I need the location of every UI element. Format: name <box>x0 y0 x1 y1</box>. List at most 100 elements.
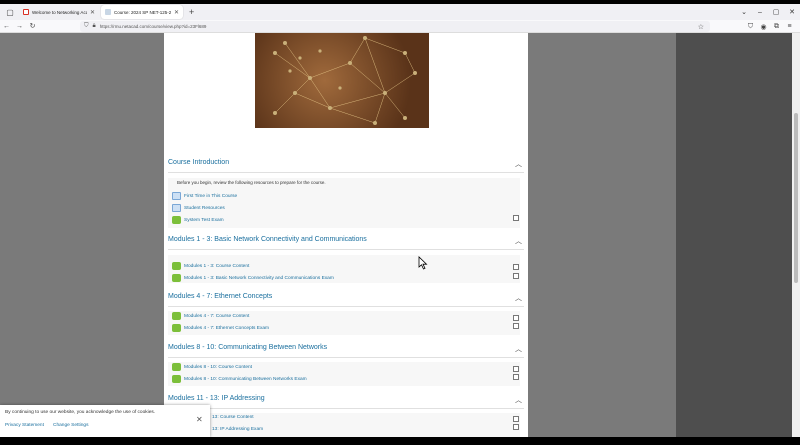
gmail-icon <box>23 9 29 15</box>
url-text[interactable]: https://rmu.netacad.com/course/view.php?… <box>100 24 207 29</box>
divider <box>168 306 524 307</box>
chevron-up-icon[interactable]: ︿ <box>515 236 522 246</box>
tab-course[interactable]: Course: 2024 SP NET-125-201 ✕ <box>101 5 183 19</box>
puzzle-icon <box>172 274 181 282</box>
menu-icon[interactable]: ≡ <box>783 23 796 30</box>
section-title[interactable]: Modules 8 - 10: Communicating Between Ne… <box>168 344 327 351</box>
course-banner-image <box>255 33 429 128</box>
completion-checkbox[interactable] <box>513 264 519 270</box>
chevron-up-icon[interactable]: ︿ <box>515 395 522 405</box>
shield-icon[interactable]: ⛉ <box>84 23 89 30</box>
completion-checkbox[interactable] <box>513 424 519 430</box>
completion-checkbox[interactable] <box>513 323 519 329</box>
chevron-up-icon[interactable]: ︿ <box>515 344 522 354</box>
change-settings-link[interactable]: Change Settings <box>53 423 88 428</box>
puzzle-icon <box>172 216 181 224</box>
toolbar-right: ⛉ ◉ ⧉ ≡ <box>744 20 796 33</box>
url-bar[interactable]: ⛉ 🔒︎ https://rmu.netacad.com/course/view… <box>80 21 710 32</box>
section-header-modules-11-13[interactable]: Modules 11 - 13: IP Addressing ︿ <box>168 393 524 409</box>
activity-link[interactable]: System Test Exam <box>184 218 224 223</box>
file-icon <box>172 192 181 200</box>
network-pins-image <box>273 36 417 125</box>
section-header-modules-4-7[interactable]: Modules 4 - 7: Ethernet Concepts ︿ <box>168 291 524 307</box>
completion-checkbox[interactable] <box>513 273 519 279</box>
section-title[interactable]: Modules 1 - 3: Basic Network Connectivit… <box>168 236 367 243</box>
pocket-icon[interactable]: ⛉ <box>744 23 757 31</box>
activity-link[interactable]: Modules 1 - 3: Course Content <box>184 264 249 269</box>
section-title[interactable]: Course Introduction <box>168 159 229 166</box>
puzzle-icon <box>172 363 181 371</box>
completion-checkbox[interactable] <box>513 374 519 380</box>
privacy-statement-link[interactable]: Privacy Statement <box>5 423 44 428</box>
completion-checkbox[interactable] <box>513 215 519 221</box>
completion-checkbox[interactable] <box>513 416 519 422</box>
section-intro-text: Before you begin, review the following r… <box>177 180 326 185</box>
file-icon <box>172 204 181 212</box>
left-gutter <box>0 33 164 437</box>
new-tab-icon[interactable]: + <box>189 7 194 17</box>
chevron-up-icon[interactable]: ︿ <box>515 159 522 169</box>
activity-course-content[interactable]: 13: Course Content <box>212 412 254 422</box>
section-header-course-introduction[interactable]: Course Introduction ︿ <box>168 157 524 173</box>
section-title[interactable]: Modules 11 - 13: IP Addressing <box>168 395 265 402</box>
close-tab-icon[interactable]: ✕ <box>174 9 179 16</box>
minimize-icon[interactable]: – <box>752 9 768 16</box>
course-content: Course Introduction ︿ Before you begin, … <box>164 33 528 437</box>
divider <box>168 172 524 173</box>
tab-networking-academy[interactable]: Welcome to Networking Acade ✕ <box>19 5 99 19</box>
close-window-icon[interactable]: ✕ <box>784 8 800 16</box>
puzzle-icon <box>172 375 181 383</box>
tab-list-icon[interactable]: ▢ <box>3 5 17 19</box>
bottom-edge <box>0 437 800 445</box>
forward-icon[interactable]: → <box>13 23 26 30</box>
lock-icon[interactable]: 🔒︎ <box>93 23 96 30</box>
cookie-text: By continuing to use our website, you ac… <box>5 410 156 415</box>
divider <box>168 408 524 409</box>
activity-link[interactable]: Modules 4 - 7: Ethernet Concepts Exam <box>184 326 269 331</box>
activity-link[interactable]: 13: Course Content <box>212 415 254 420</box>
activity-course-content[interactable]: Modules 8 - 10: Course Content <box>172 362 252 372</box>
activity-system-test[interactable]: System Test Exam <box>172 215 224 225</box>
activity-link[interactable]: Student Resources <box>184 206 225 211</box>
completion-checkbox[interactable] <box>513 315 519 321</box>
activity-link[interactable]: Modules 8 - 10: Course Content <box>184 365 252 370</box>
section-header-modules-1-3[interactable]: Modules 1 - 3: Basic Network Connectivit… <box>168 234 524 250</box>
maximize-icon[interactable]: ▢ <box>768 8 784 16</box>
activity-course-content[interactable]: Modules 4 - 7: Course Content <box>172 311 249 321</box>
activity-link[interactable]: Modules 8 - 10: Communicating Between Ne… <box>184 377 307 382</box>
close-icon[interactable]: ✕ <box>196 415 203 424</box>
chevron-up-icon[interactable]: ︿ <box>515 293 522 303</box>
activity-link[interactable]: 13: IP Addressing Exam <box>212 427 263 432</box>
activity-exam[interactable]: Modules 8 - 10: Communicating Between Ne… <box>172 374 307 384</box>
section-title[interactable]: Modules 4 - 7: Ethernet Concepts <box>168 293 272 300</box>
activity-exam[interactable]: Modules 1 - 3: Basic Network Connectivit… <box>172 273 334 283</box>
activity-course-content[interactable]: Modules 1 - 3: Course Content <box>172 261 249 271</box>
activity-link[interactable]: Modules 1 - 3: Basic Network Connectivit… <box>184 276 334 281</box>
back-icon[interactable]: ← <box>0 23 13 30</box>
section-header-modules-8-10[interactable]: Modules 8 - 10: Communicating Between Ne… <box>168 342 524 358</box>
extensions-icon[interactable]: ⧉ <box>770 23 783 31</box>
activity-link[interactable]: First Time in This Course <box>184 194 237 199</box>
tab-title: Course: 2024 SP NET-125-201 <box>114 9 171 15</box>
activity-first-time[interactable]: First Time in This Course <box>172 191 237 201</box>
nav-bar: ← → ↻ ⛉ 🔒︎ https://rmu.netacad.com/cours… <box>0 20 800 33</box>
activity-student-resources[interactable]: Student Resources <box>172 203 225 213</box>
close-tab-icon[interactable]: ✕ <box>90 9 95 16</box>
far-right-panel <box>676 33 792 437</box>
scrollbar-thumb[interactable] <box>794 113 798 283</box>
reload-icon[interactable]: ↻ <box>26 22 39 30</box>
chevron-down-icon[interactable]: ⌄ <box>736 8 752 16</box>
activity-link[interactable]: Modules 4 - 7: Course Content <box>184 314 249 319</box>
page-viewport: Course Introduction ︿ Before you begin, … <box>0 33 800 437</box>
course-icon <box>105 9 111 15</box>
activity-exam[interactable]: Modules 4 - 7: Ethernet Concepts Exam <box>172 323 269 333</box>
activity-exam[interactable]: 13: IP Addressing Exam <box>212 424 263 434</box>
right-gutter <box>528 33 676 437</box>
mouse-cursor-icon <box>418 256 428 270</box>
completion-checkbox[interactable] <box>513 366 519 372</box>
bookmark-star-icon[interactable]: ☆ <box>698 23 704 31</box>
screen: ▢ Welcome to Networking Acade ✕ Course: … <box>0 0 800 445</box>
puzzle-icon <box>172 324 181 332</box>
account-icon[interactable]: ◉ <box>757 23 770 31</box>
divider <box>168 249 524 250</box>
